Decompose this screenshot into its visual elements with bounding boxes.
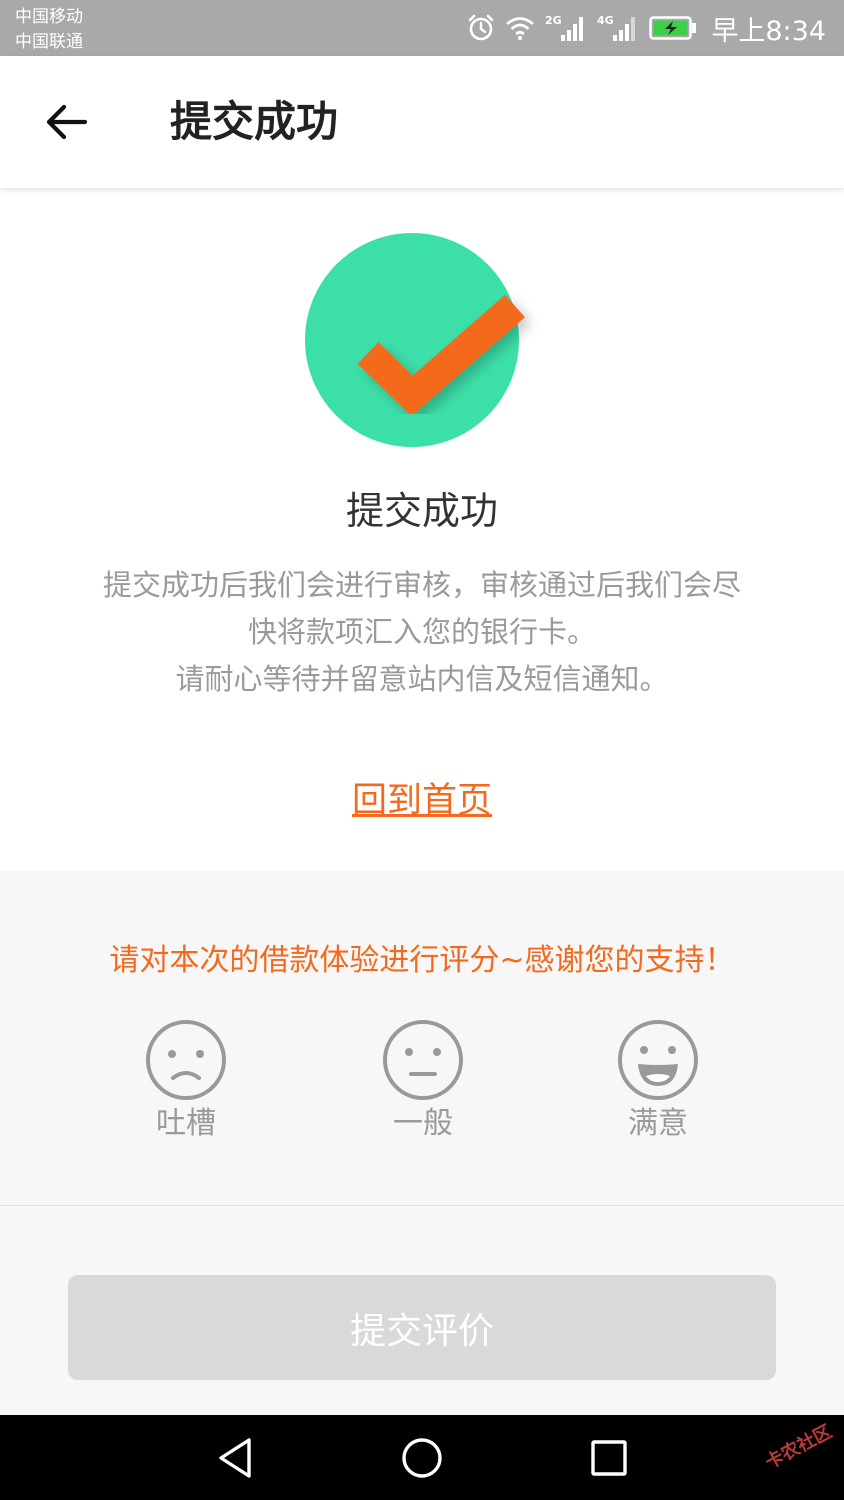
- sad-face-icon: [146, 1020, 226, 1100]
- network-1-label: 2G: [545, 14, 562, 27]
- back-button[interactable]: [38, 94, 94, 150]
- carrier-names: 中国移动 中国联通: [15, 5, 83, 55]
- success-panel: 提交成功 提交成功后我们会进行审核，审核通过后我们会尽 快将款项汇入您的银行卡。…: [0, 188, 844, 870]
- network-2-label: 4G: [597, 14, 614, 27]
- rating-section: 请对本次的借款体验进行评分~感谢您的支持！ 吐槽 一般 满意: [0, 870, 844, 1206]
- arrow-left-icon: [46, 104, 87, 140]
- rating-label: 一般: [393, 1106, 453, 1141]
- rating-option-average[interactable]: 一般: [363, 1018, 483, 1144]
- nav-home-icon: [402, 1438, 442, 1478]
- description-line: 提交成功后我们会进行审核，审核通过后我们会尽: [102, 568, 741, 602]
- submit-rating-button[interactable]: 提交评价: [68, 1275, 776, 1380]
- description-line: 请耐心等待并留意站内信及短信通知。: [175, 662, 669, 696]
- back-to-home-link[interactable]: 回到首页: [352, 781, 492, 821]
- nav-back-icon: [219, 1438, 251, 1478]
- nav-home-button[interactable]: [397, 1435, 447, 1481]
- rating-option-complain[interactable]: 吐槽: [126, 1018, 246, 1144]
- carrier-2: 中国联通: [15, 32, 83, 52]
- alarm-icon: [469, 14, 494, 41]
- success-title: 提交成功: [345, 489, 498, 533]
- app-bar: 提交成功: [0, 56, 844, 188]
- carrier-1: 中国移动: [15, 7, 83, 27]
- neutral-face-icon: [383, 1020, 463, 1100]
- nav-recents-button[interactable]: [584, 1435, 634, 1481]
- nav-recents-icon: [591, 1440, 627, 1476]
- signal-2g-icon: 2G: [545, 14, 584, 41]
- nav-back-button[interactable]: [210, 1435, 260, 1481]
- page-title: 提交成功: [170, 97, 339, 146]
- happy-face-icon: [618, 1020, 698, 1100]
- description-line: 快将款项汇入您的银行卡。: [247, 615, 596, 649]
- rating-option-satisfied[interactable]: 满意: [598, 1018, 718, 1144]
- watermark: 卡农社区: [761, 1421, 836, 1474]
- rating-label: 吐槽: [156, 1106, 216, 1141]
- rating-prompt: 请对本次的借款体验进行评分~感谢您的支持！: [109, 943, 735, 978]
- battery-charging-icon: [649, 16, 697, 40]
- check-circle-icon: [305, 233, 525, 447]
- home-link-row: 回到首页: [0, 776, 844, 826]
- status-bar: 中国移动 中国联通 2G 4G 早上8:34: [0, 0, 844, 56]
- success-description: 提交成功后我们会进行审核，审核通过后我们会尽 快将款项汇入您的银行卡。 请耐心等…: [60, 562, 784, 703]
- clock: 早上8:34: [711, 15, 826, 47]
- wifi-icon: [506, 17, 535, 41]
- system-nav-bar: 卡农社区: [0, 1415, 844, 1500]
- status-icons: 2G 4G 早上8:34: [467, 0, 826, 56]
- rating-label: 满意: [628, 1106, 688, 1141]
- signal-4g-icon: 4G: [597, 14, 636, 41]
